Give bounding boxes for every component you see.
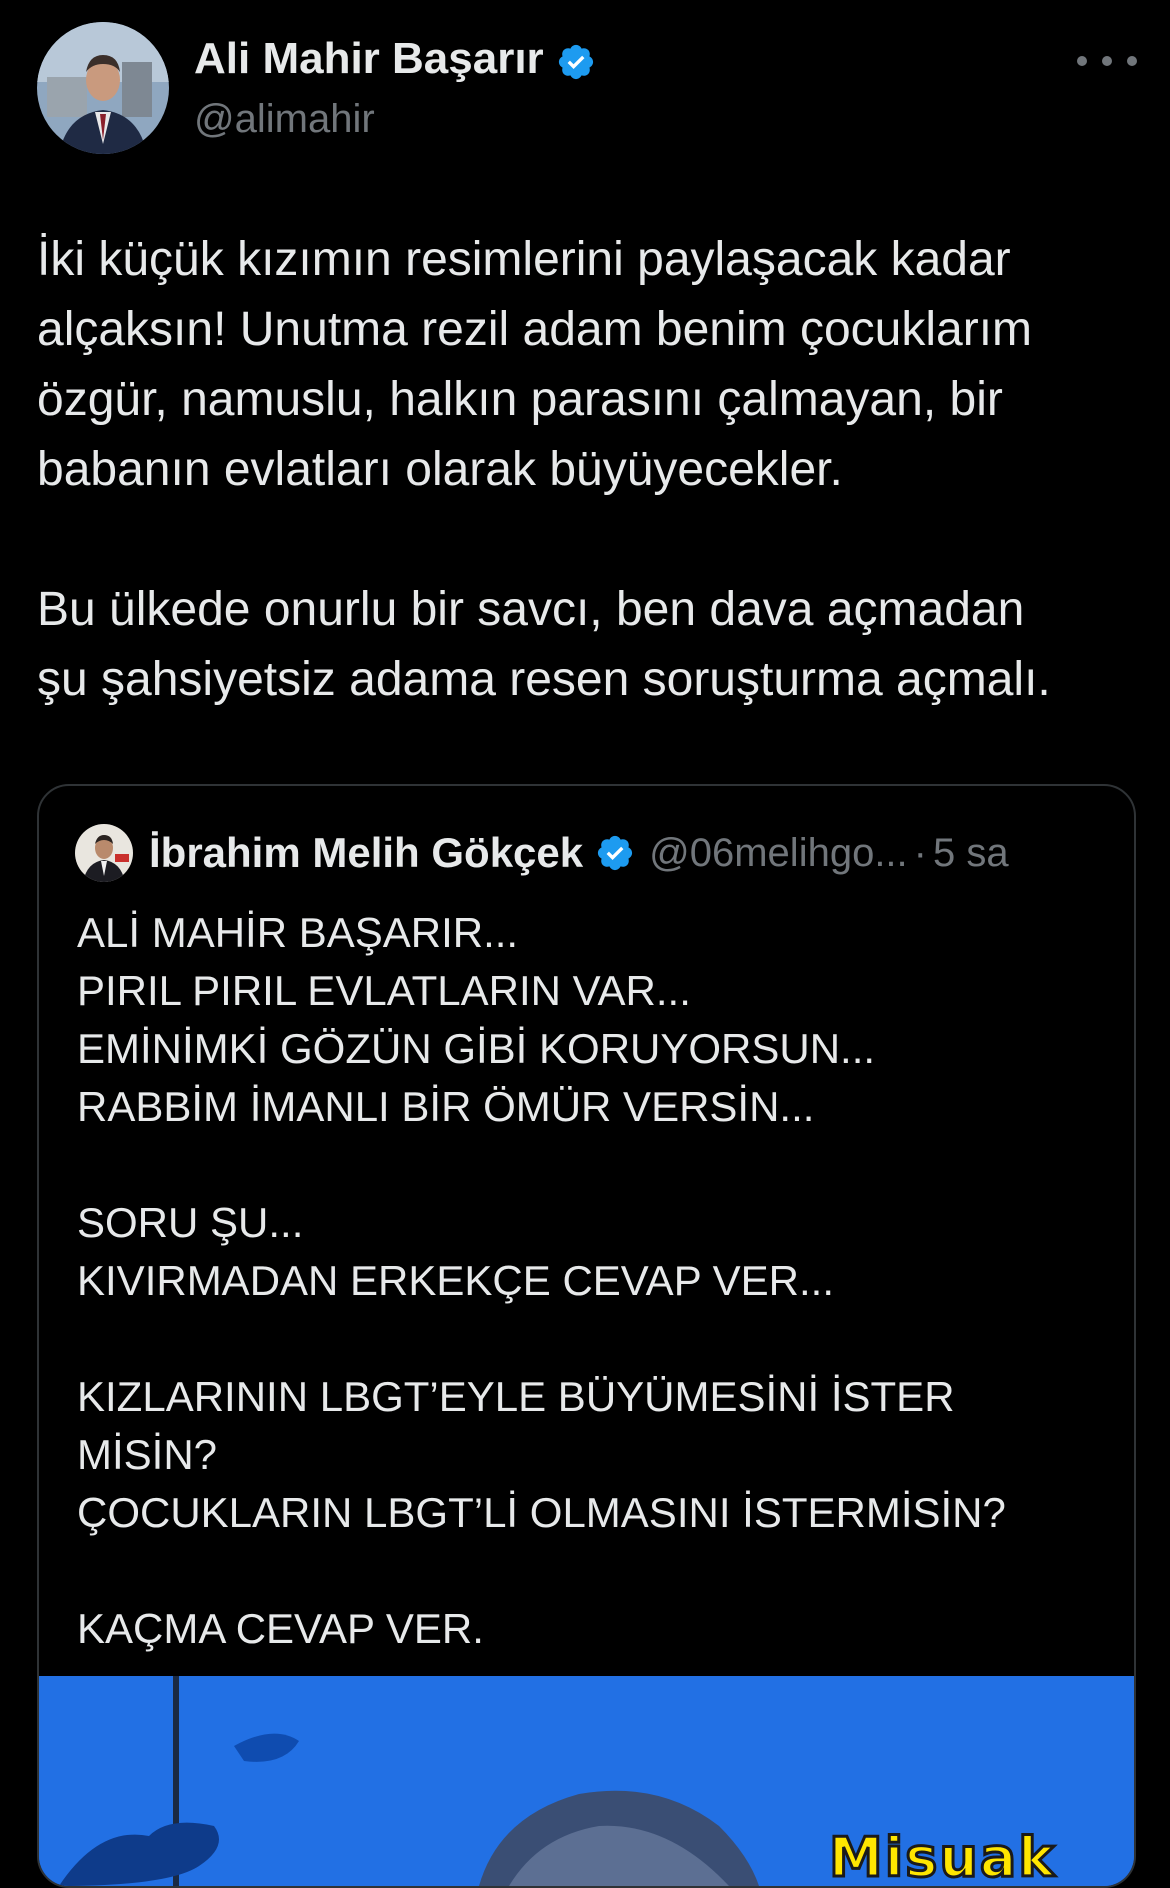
quoted-tweet-text: ALİ MAHİR BAŞARIR... PIRIL PIRIL EVLATLA… xyxy=(77,909,1006,1652)
author-display-name[interactable]: Ali Mahir Başarır xyxy=(194,30,544,88)
quoted-tweet-card[interactable]: İbrahim Melih Gökçek @06melihgo... · 5 s… xyxy=(37,784,1136,1888)
author-avatar[interactable] xyxy=(37,22,169,154)
author-display-name-row[interactable]: Ali Mahir Başarır xyxy=(194,30,596,88)
more-dot xyxy=(1077,56,1087,66)
more-dot xyxy=(1102,56,1112,66)
tweet-text: İki küçük kızımın resimlerini paylaşacak… xyxy=(37,233,1051,706)
quoted-tweet-header: İbrahim Melih Gökçek @06melihgo... · 5 s… xyxy=(75,824,1009,882)
author-names: Ali Mahir Başarır @alimahir xyxy=(194,30,596,148)
quoted-media-image[interactable]: Misuak xyxy=(39,1676,1134,1886)
quoted-timestamp[interactable]: 5 sa xyxy=(933,831,1009,876)
author-handle[interactable]: @alimahir xyxy=(194,90,596,148)
more-dot xyxy=(1127,56,1137,66)
quoted-author-handle[interactable]: @06melihgo... xyxy=(649,831,908,876)
quoted-author-display-name[interactable]: İbrahim Melih Gökçek xyxy=(149,829,583,877)
verified-badge-icon xyxy=(595,833,635,873)
verified-badge-icon[interactable] xyxy=(556,39,596,80)
media-caption-text: Misuak xyxy=(827,1825,1057,1887)
tweet-header: Ali Mahir Başarır @alimahir xyxy=(37,22,1137,157)
more-horizontal-icon[interactable] xyxy=(1077,46,1137,76)
quoted-author-avatar[interactable] xyxy=(75,824,133,882)
separator-dot: · xyxy=(913,830,927,875)
